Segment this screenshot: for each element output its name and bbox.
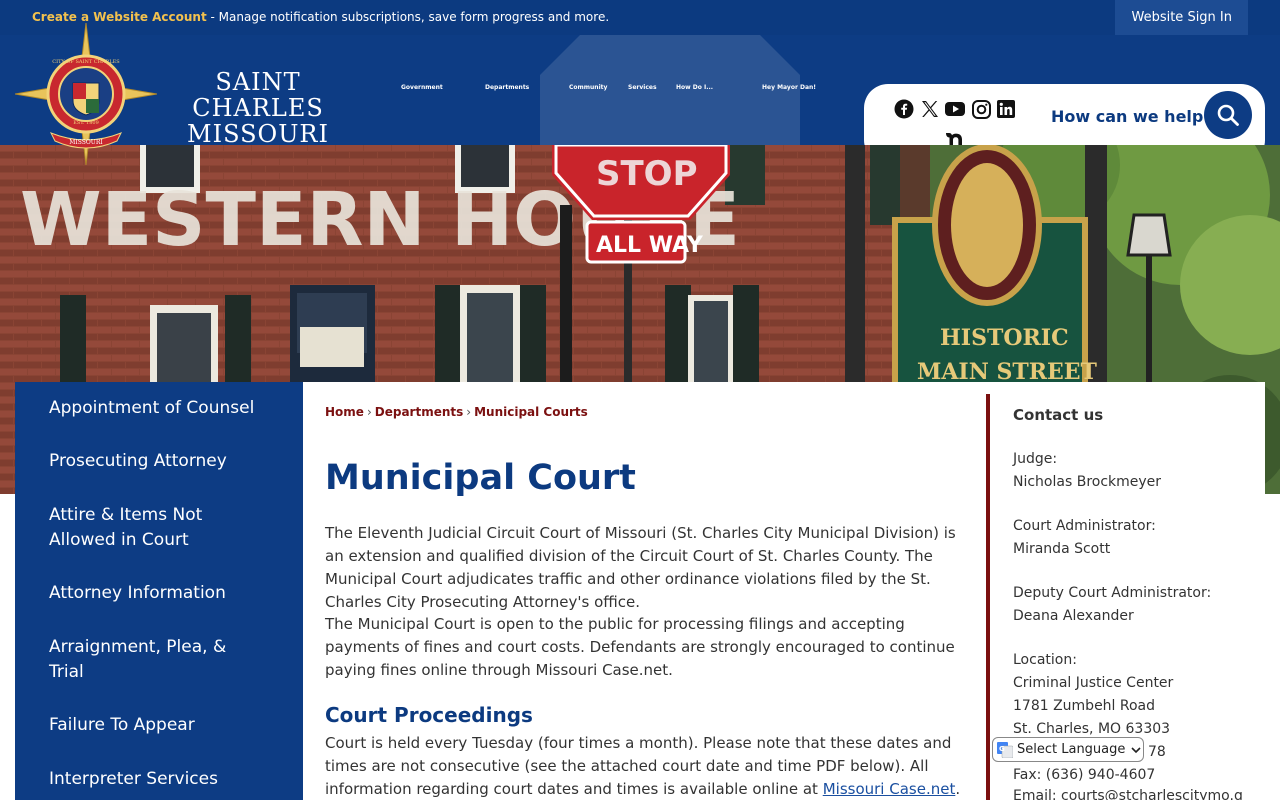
- language-select-label: Select Language: [1017, 742, 1126, 757]
- sidebar-item-failure-to-appear[interactable]: Failure To Appear: [49, 713, 259, 738]
- sidebar-item-appointment-of-counsel[interactable]: Appointment of Counsel: [49, 396, 259, 421]
- x-icon[interactable]: [920, 99, 940, 119]
- notification-message: Create a Website Account - Manage notifi…: [32, 10, 609, 24]
- court-admin-label: Court Administrator:: [1013, 518, 1156, 534]
- breadcrumb-separator: ›: [466, 405, 472, 419]
- website-sign-in-button[interactable]: Website Sign In: [1115, 0, 1248, 35]
- seal-est-text: EST. 1809: [73, 120, 99, 126]
- deputy-admin-label: Deputy Court Administrator:: [1013, 585, 1212, 601]
- facebook-icon[interactable]: [894, 99, 914, 119]
- intro-paragraph: The Eleventh Judicial Circuit Court of M…: [325, 524, 956, 611]
- hero-all-way-text: ALL WAY: [596, 233, 704, 258]
- create-account-link[interactable]: Create a Website Account: [32, 10, 207, 24]
- nav-government[interactable]: Government: [401, 84, 443, 91]
- language-select[interactable]: G Select Language: [992, 737, 1144, 762]
- location-line-2: 1781 Zumbehl Road: [1013, 698, 1156, 714]
- search-input[interactable]: How can we help you?: [1051, 107, 1211, 126]
- judge-name: Nicholas Brockmeyer: [1013, 474, 1162, 490]
- court-proceedings-end: .: [955, 780, 961, 798]
- notification-text: - Manage notification subscriptions, sav…: [206, 10, 610, 24]
- court-proceedings-heading: Court Proceedings: [325, 703, 533, 727]
- instagram-icon[interactable]: [971, 99, 991, 119]
- sidebar-item-interpreter-services[interactable]: Interpreter Services: [49, 767, 259, 792]
- wordmark-line-2: MISSOURI: [187, 120, 329, 145]
- public-access-paragraph: The Municipal Court is open to the publi…: [325, 615, 955, 679]
- phone-partial: 78: [1148, 744, 1166, 760]
- seal-ring-text: CITY OF SAINT CHARLES: [52, 59, 120, 65]
- nav-how-do-i[interactable]: How Do I...: [676, 84, 713, 91]
- hero-historic-text: HISTORIC: [940, 325, 1069, 351]
- breadcrumb-home[interactable]: Home: [325, 405, 364, 419]
- search-button[interactable]: [1204, 91, 1252, 139]
- missouri-casenet-link[interactable]: Missouri Case.net: [823, 780, 956, 798]
- deputy-admin-name: Deana Alexander: [1013, 608, 1134, 624]
- seal-banner-text: MISSOURI: [69, 139, 103, 146]
- city-seal-logo[interactable]: MISSOURI EST. 1809 CITY OF SAINT CHARLES: [15, 23, 157, 165]
- search-and-social-panel: How can we help you?: [864, 84, 1265, 145]
- google-translate-icon: G: [997, 741, 1013, 758]
- court-admin-name: Miranda Scott: [1013, 541, 1111, 557]
- breadcrumb-departments[interactable]: Departments: [375, 405, 464, 419]
- notification-bar: Create a Website Account - Manage notifi…: [0, 0, 1280, 35]
- chevron-down-icon: [1131, 746, 1141, 753]
- breadcrumb-separator: ›: [366, 405, 372, 419]
- fax-line: Fax: (636) 940-4607: [1013, 767, 1156, 783]
- site-header: SAINT CHARLES MISSOURI Government Depart…: [0, 35, 1280, 145]
- nav-community[interactable]: Community: [569, 84, 607, 91]
- sidebar-item-prosecuting-attorney[interactable]: Prosecuting Attorney: [49, 449, 259, 474]
- breadcrumb: Home › Departments › Municipal Courts: [325, 405, 588, 419]
- section-sidebar: Appointment of Counsel Prosecuting Attor…: [15, 382, 303, 800]
- breadcrumb-current[interactable]: Municipal Courts: [474, 405, 588, 419]
- contact-divider: [986, 394, 990, 800]
- court-proceedings-paragraph: Court is held every Tuesday (four times …: [325, 732, 965, 800]
- judge-label: Judge:: [1013, 451, 1058, 467]
- sidebar-item-arraignment-plea-trial[interactable]: Arraignment, Plea, & Trial: [49, 635, 259, 685]
- svg-text:G: G: [999, 745, 1005, 753]
- nextdoor-icon[interactable]: [945, 129, 965, 145]
- location-label: Location:: [1013, 652, 1077, 668]
- wordmark-line-1: SAINT CHARLES: [192, 68, 324, 122]
- search-icon: [1217, 104, 1239, 126]
- location-line-1: Criminal Justice Center: [1013, 675, 1174, 691]
- sidebar-item-attire-items[interactable]: Attire & Items Not Allowed in Court: [49, 503, 259, 553]
- contact-heading: Contact us: [1013, 406, 1104, 424]
- nav-services[interactable]: Services: [628, 84, 657, 91]
- city-wordmark[interactable]: SAINT CHARLES MISSOURI: [152, 69, 364, 145]
- youtube-icon[interactable]: [945, 99, 965, 119]
- nav-departments[interactable]: Departments: [485, 84, 529, 91]
- main-content: Home › Departments › Municipal Courts Munici…: [303, 382, 988, 800]
- linkedin-icon[interactable]: [996, 99, 1016, 119]
- hero-stop-sign-text: STOP: [596, 154, 698, 194]
- page-title: Municipal Court: [325, 458, 636, 498]
- sidebar-item-attorney-information[interactable]: Attorney Information: [49, 581, 259, 606]
- nav-hey-mayor-dan[interactable]: Hey Mayor Dan!: [762, 84, 816, 91]
- email-line[interactable]: Email: courts@stcharlescitymo.g: [1013, 788, 1243, 800]
- location-line-3: St. Charles, MO 63303: [1013, 721, 1171, 737]
